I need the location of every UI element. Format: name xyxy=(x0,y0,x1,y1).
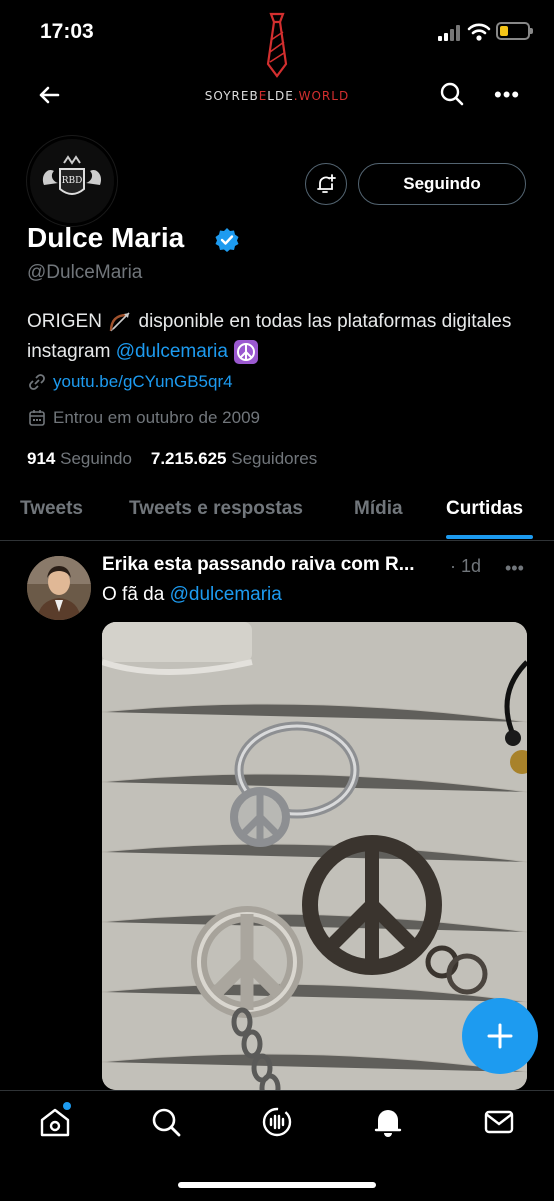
status-time: 17:03 xyxy=(40,20,94,43)
tweet-timestamp: · 1d xyxy=(450,556,482,576)
notifications-toggle-button[interactable] xyxy=(305,163,347,205)
bio-mention-link[interactable]: @dulcemaria xyxy=(116,341,228,362)
profile-handle: @DulceMaria xyxy=(27,262,143,283)
tab-tweets[interactable]: Tweets xyxy=(20,498,83,520)
profile-bio: ORIGEN disponible en todas las plataform… xyxy=(27,307,527,367)
active-tab-indicator xyxy=(446,535,533,539)
bow-and-arrow-emoji-icon xyxy=(110,312,130,332)
following-button[interactable]: Seguindo xyxy=(358,163,526,205)
profile-tabs: Tweets Tweets e respostas Mídia Curtidas xyxy=(0,490,554,541)
followers-stat[interactable]: 7.215.625 Seguidores xyxy=(151,449,317,468)
peace-keychains-image xyxy=(102,622,527,1090)
profile-joined: Entrou em outubro de 2009 xyxy=(27,408,260,428)
home-indicator xyxy=(178,1182,376,1188)
brand-logo-text: SOYREBELDE.WORLD xyxy=(204,89,350,103)
profile-name: Dulce Maria xyxy=(27,222,185,253)
tweet-text: O fã da @dulcemaria xyxy=(102,584,282,605)
tweet-media-photo[interactable] xyxy=(102,622,527,1090)
wifi-icon xyxy=(467,23,491,41)
profile-website[interactable]: youtu.be/gCYunGB5qr4 xyxy=(27,372,233,392)
bio-text: ORIGEN xyxy=(27,311,102,332)
person-photo xyxy=(27,556,91,620)
home-icon[interactable] xyxy=(38,1105,72,1139)
search-icon[interactable] xyxy=(439,81,465,107)
peace-symbol-emoji-icon xyxy=(234,339,259,364)
notifications-icon[interactable] xyxy=(371,1105,405,1139)
tweet-mention-link[interactable]: @dulcemaria xyxy=(170,584,282,605)
brand-tie-icon xyxy=(266,12,288,78)
home-unread-dot xyxy=(63,1102,71,1110)
tab-likes[interactable]: Curtidas xyxy=(446,498,523,520)
messages-icon[interactable] xyxy=(482,1105,516,1139)
tweet-author-name[interactable]: Erika esta passando raiva com R... xyxy=(102,554,415,576)
joined-date: Entrou em outubro de 2009 xyxy=(53,408,260,427)
tab-media[interactable]: Mídia xyxy=(354,498,403,520)
verified-badge-icon xyxy=(215,228,239,252)
profile-avatar[interactable]: RBD xyxy=(27,136,117,226)
cellular-signal-icon xyxy=(438,25,460,41)
tweet-author-avatar[interactable] xyxy=(27,556,91,620)
tweet-more-icon[interactable]: ••• xyxy=(505,559,524,577)
spaces-icon[interactable] xyxy=(260,1105,294,1139)
following-stat[interactable]: 914 Seguindo xyxy=(27,449,132,468)
calendar-icon xyxy=(29,410,45,426)
compose-tweet-button[interactable] xyxy=(462,998,538,1074)
rbd-logo-icon: RBD xyxy=(30,139,114,223)
svg-text:RBD: RBD xyxy=(62,176,83,186)
tab-tweets-replies[interactable]: Tweets e respostas xyxy=(129,498,303,520)
battery-icon xyxy=(496,22,533,40)
link-icon xyxy=(29,374,45,390)
follow-counts: 914 Seguindo 7.215.625 Seguidores xyxy=(27,449,317,469)
bell-plus-icon xyxy=(317,174,336,193)
more-options-icon[interactable]: ••• xyxy=(494,84,520,106)
website-link[interactable]: youtu.be/gCYunGB5qr4 xyxy=(53,372,233,392)
plus-icon xyxy=(487,1023,513,1049)
explore-search-icon[interactable] xyxy=(149,1105,183,1139)
